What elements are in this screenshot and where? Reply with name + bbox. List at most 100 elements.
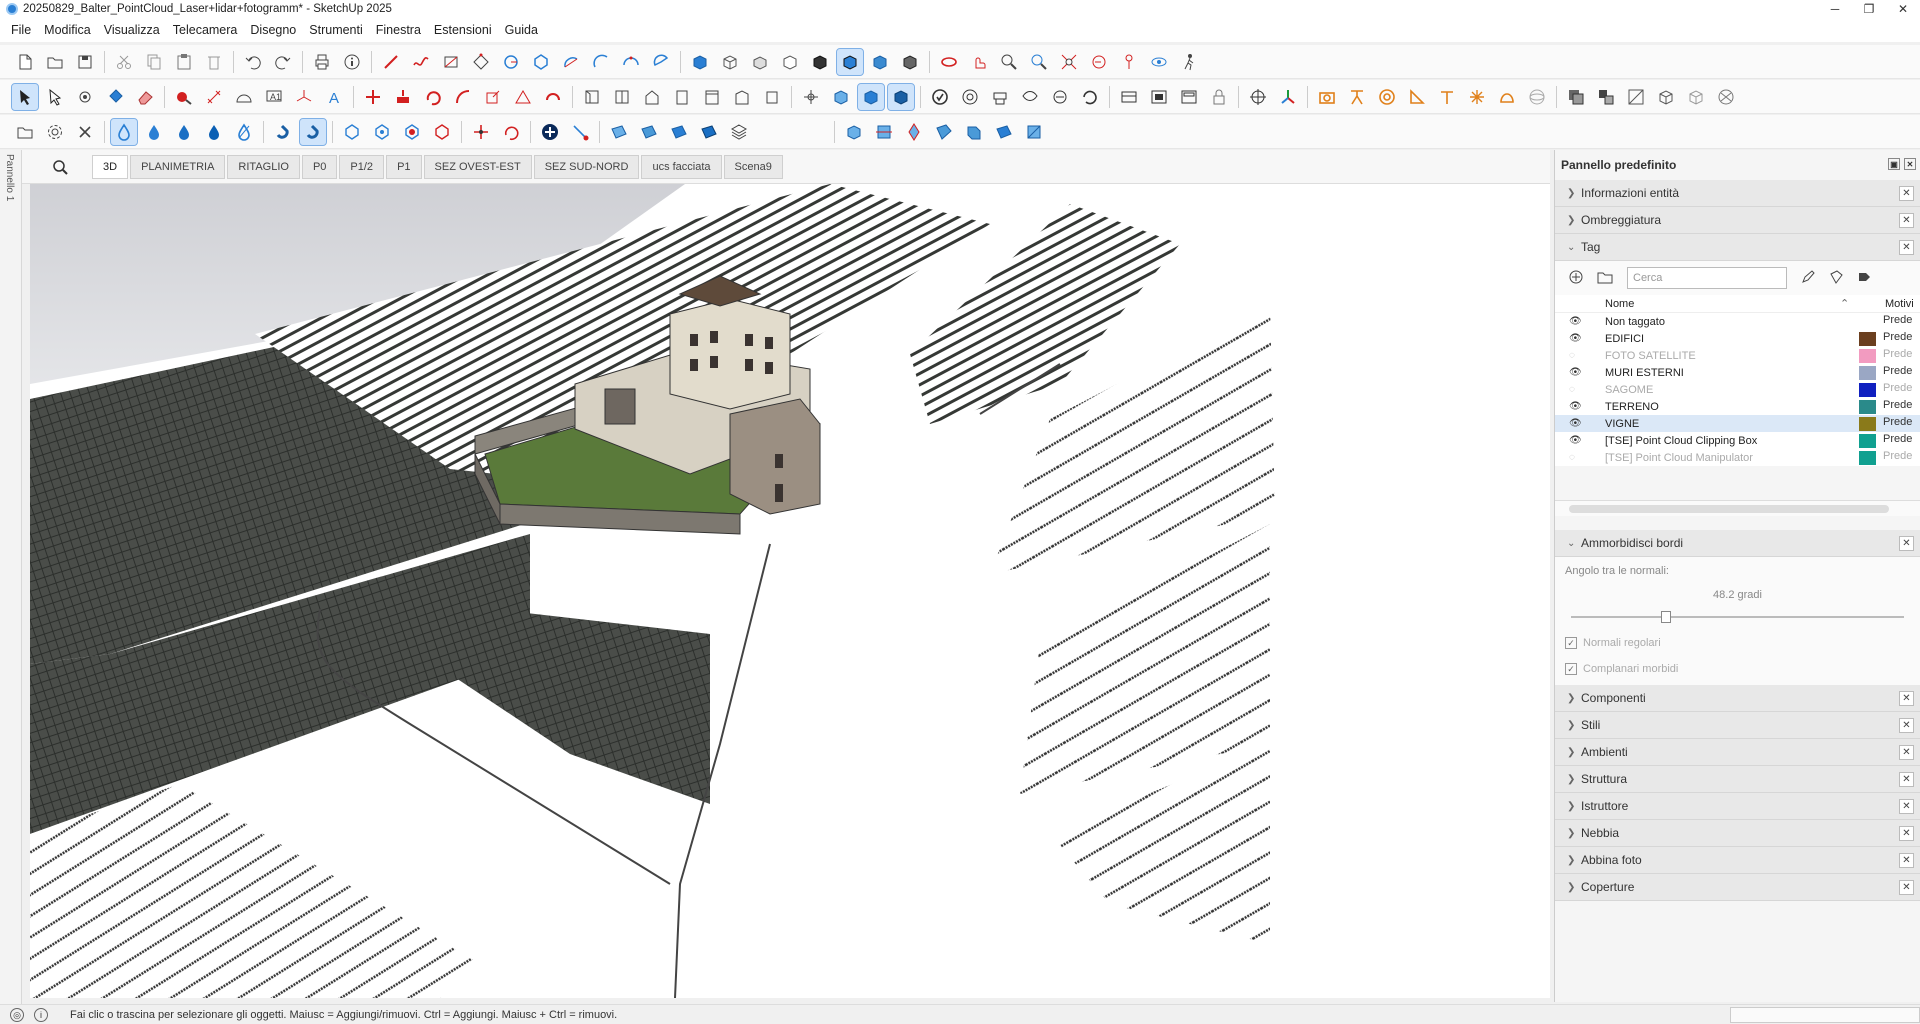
bell-icon[interactable] (1494, 84, 1520, 110)
tag-name-header[interactable]: Nome (1605, 298, 1840, 310)
section-cut-icon[interactable] (857, 82, 885, 111)
rotate-points-icon[interactable] (498, 119, 524, 145)
hidden-eye-icon[interactable]: ◌ (1569, 350, 1581, 361)
front-view-icon[interactable] (609, 84, 635, 110)
tray-close-icon[interactable]: ✕ (1904, 158, 1916, 170)
tag-color-swatch[interactable] (1859, 349, 1876, 363)
scrollbar-thumb[interactable] (1569, 505, 1889, 513)
warehouse-icon[interactable] (579, 84, 605, 110)
sandbox-icon[interactable] (927, 84, 953, 110)
scale-icon[interactable] (480, 84, 506, 110)
freehand-icon[interactable] (408, 49, 434, 75)
outer-shell-icon[interactable] (1146, 84, 1172, 110)
tag-row[interactable]: ◌ [TSE] Point Cloud Manipulator Prede (1555, 449, 1920, 466)
xray-icon[interactable] (1683, 84, 1709, 110)
checkbox-checked-icon[interactable]: ✓ (1565, 663, 1577, 675)
pan-icon[interactable] (966, 49, 992, 75)
light-icon[interactable] (1464, 84, 1490, 110)
new-file-icon[interactable] (12, 49, 38, 75)
section-close-icon[interactable]: ✕ (1899, 745, 1914, 760)
section-close-icon[interactable]: ✕ (1899, 880, 1914, 895)
solid-tools-icon[interactable] (1116, 84, 1142, 110)
push-pull-tool-icon[interactable] (390, 84, 416, 110)
cloud-slice-2-icon[interactable] (961, 119, 987, 145)
drop-solid-icon[interactable] (201, 119, 227, 145)
scene-tab-scena9[interactable]: Scena9 (723, 154, 783, 179)
scan-tripod-icon[interactable] (1344, 84, 1370, 110)
line-tool-icon[interactable] (378, 49, 404, 75)
layers-icon[interactable] (726, 119, 752, 145)
tape-measure-icon[interactable] (171, 84, 197, 110)
section-ammorbidisci-bordi[interactable]: ⌄ Ammorbidisci bordi ✕ (1555, 530, 1920, 557)
menu-estensioni[interactable]: Estensioni (429, 23, 500, 37)
pie-icon[interactable] (648, 49, 674, 75)
tag-pencil-icon[interactable] (1801, 269, 1815, 287)
tag-color-swatch[interactable] (1859, 451, 1876, 465)
scene-tab-ritaglio[interactable]: RITAGLIO (227, 154, 300, 179)
tag-row[interactable]: ◌ FOTO SATELLITE Prede (1555, 347, 1920, 364)
cloud-slice-3-icon[interactable] (991, 119, 1017, 145)
cloud-move-icon[interactable] (901, 119, 927, 145)
angle-slider-knob[interactable] (1660, 611, 1671, 623)
section-close-icon[interactable]: ✕ (1899, 213, 1914, 228)
add-tag-icon[interactable] (1569, 270, 1583, 287)
add-tag-folder-icon[interactable] (1597, 270, 1613, 287)
flip-icon[interactable] (540, 84, 566, 110)
scene-tab-p1-2[interactable]: P1/2 (339, 154, 385, 179)
section-stili[interactable]: ❯ Stili ✕ (1555, 712, 1920, 739)
hexagon-3-icon[interactable] (399, 119, 425, 145)
info-icon[interactable]: i (34, 1007, 48, 1022)
lock-icon[interactable] (1206, 84, 1232, 110)
grid-plane-4-icon[interactable] (696, 119, 722, 145)
two-point-arc-icon[interactable] (588, 49, 614, 75)
hidden-eye-icon[interactable]: ◌ (1569, 452, 1581, 463)
smoove-icon[interactable] (957, 84, 983, 110)
axes-origin-icon[interactable] (1275, 84, 1301, 110)
face-style-icon[interactable] (836, 47, 864, 76)
crosshair-icon[interactable] (1245, 84, 1271, 110)
section-close-icon[interactable]: ✕ (1899, 691, 1914, 706)
move-icon[interactable] (360, 84, 386, 110)
scene-tab-3d[interactable]: 3D (92, 154, 129, 179)
rotate-icon[interactable] (420, 84, 446, 110)
maximize-button[interactable]: ❐ (1852, 0, 1886, 18)
left-view-icon[interactable] (729, 84, 755, 110)
visibility-eye-icon[interactable]: 👁 (1569, 333, 1582, 344)
drop-full-icon[interactable] (171, 119, 197, 145)
cloud-box-icon[interactable] (841, 119, 867, 145)
monochrome-icon[interactable] (897, 49, 923, 75)
zoom-icon[interactable] (996, 49, 1022, 75)
back-view-icon[interactable] (699, 84, 725, 110)
walk-icon[interactable] (1176, 49, 1202, 75)
settings-gear-icon[interactable] (42, 119, 68, 145)
box-icon[interactable] (777, 49, 803, 75)
previous-view-icon[interactable] (1086, 49, 1112, 75)
grid-plane-2-icon[interactable] (636, 119, 662, 145)
visibility-eye-icon[interactable]: 👁 (1569, 435, 1582, 446)
section-close-icon[interactable]: ✕ (1899, 853, 1914, 868)
tag-row[interactable]: 👁 Non taggato Prede (1555, 313, 1920, 330)
visibility-eye-icon[interactable]: 👁 (1569, 316, 1582, 327)
hexagon-1-icon[interactable] (339, 119, 365, 145)
group-layers-icon[interactable] (1593, 84, 1619, 110)
menu-telecamera[interactable]: Telecamera (168, 23, 246, 37)
3d-text-icon[interactable]: A (321, 84, 347, 110)
scene-tab-p0[interactable]: P0 (301, 154, 338, 179)
tag-row[interactable]: 👁 MURI ESTERNI Prede (1555, 364, 1920, 381)
tag-row[interactable]: ◌ SAGOME Prede (1555, 381, 1920, 398)
checkbox-checked-icon[interactable]: ✓ (1565, 637, 1577, 649)
axes-icon[interactable] (291, 84, 317, 110)
look-around-icon[interactable] (1146, 49, 1172, 75)
paste-icon[interactable] (171, 49, 197, 75)
cut-icon[interactable] (111, 49, 137, 75)
arc-icon[interactable] (558, 49, 584, 75)
normali-regolari-checkbox[interactable]: ✓ Normali regolari (1565, 637, 1910, 649)
section-informazioni-entita[interactable]: ❯ Informazioni entità ✕ (1555, 180, 1920, 207)
complanari-morbidi-checkbox[interactable]: ✓ Complanari morbidi (1565, 663, 1910, 675)
save-icon[interactable] (72, 49, 98, 75)
angle-slider[interactable] (1571, 611, 1904, 623)
right-view-icon[interactable] (669, 84, 695, 110)
back-edges-icon[interactable] (1713, 84, 1739, 110)
drape-icon[interactable] (1017, 84, 1043, 110)
tag-color-swatch[interactable] (1859, 434, 1876, 448)
